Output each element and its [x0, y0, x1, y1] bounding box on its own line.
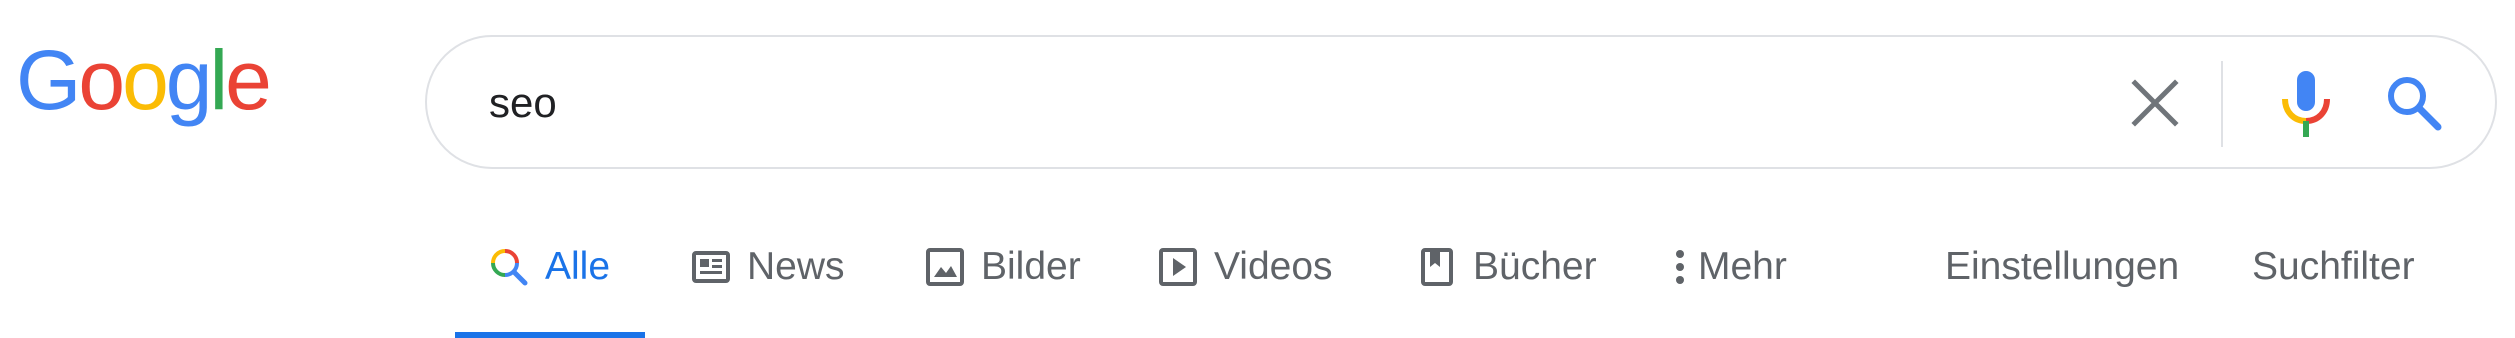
logo-letter: e — [225, 33, 272, 127]
tab-label: Bücher — [1473, 245, 1597, 288]
tab-label: Alle — [545, 245, 611, 288]
tab-label: Mehr — [1698, 245, 1787, 288]
settings-label: Einstellungen — [1945, 245, 2180, 288]
close-icon — [2131, 79, 2179, 127]
search-multicolor-icon — [491, 249, 528, 286]
settings-link[interactable]: Einstellungen — [1945, 240, 2179, 338]
logo-letter: g — [165, 33, 213, 127]
logo-letter: G — [16, 33, 81, 127]
tab-bilder[interactable]: Bilder — [925, 240, 1081, 338]
search-filter-link[interactable]: Suchfilter — [2252, 240, 2415, 338]
search-input[interactable] — [489, 67, 2289, 139]
logo-letter: o — [122, 33, 169, 127]
google-logo[interactable]: Google — [16, 33, 272, 127]
image-icon — [926, 248, 964, 286]
tab-mehr[interactable]: Mehr — [1670, 240, 1787, 338]
search-box[interactable] — [425, 35, 2497, 169]
logo-letter: l — [209, 33, 229, 127]
voice-search-button[interactable] — [2276, 69, 2336, 139]
book-icon — [1421, 248, 1453, 286]
tab-videos[interactable]: Videos — [1158, 240, 1333, 338]
active-tab-indicator — [455, 332, 646, 338]
tab-alle[interactable]: Alle — [455, 240, 646, 338]
filter-label: Suchfilter — [2252, 245, 2415, 288]
search-divider — [2221, 61, 2223, 147]
logo-letter: o — [78, 33, 125, 127]
search-icon — [2388, 77, 2442, 131]
tab-label: Bilder — [981, 245, 1081, 288]
tab-news[interactable]: News — [691, 240, 845, 338]
tab-buecher[interactable]: Bücher — [1417, 240, 1597, 338]
microphone-icon — [2282, 71, 2330, 137]
search-button[interactable] — [2384, 73, 2444, 133]
tab-label: News — [747, 245, 845, 288]
news-icon — [692, 251, 730, 283]
tab-label: Videos — [1214, 245, 1333, 288]
clear-search-button[interactable] — [2127, 75, 2183, 131]
more-vert-icon — [1676, 250, 1684, 284]
video-icon — [1159, 248, 1197, 286]
